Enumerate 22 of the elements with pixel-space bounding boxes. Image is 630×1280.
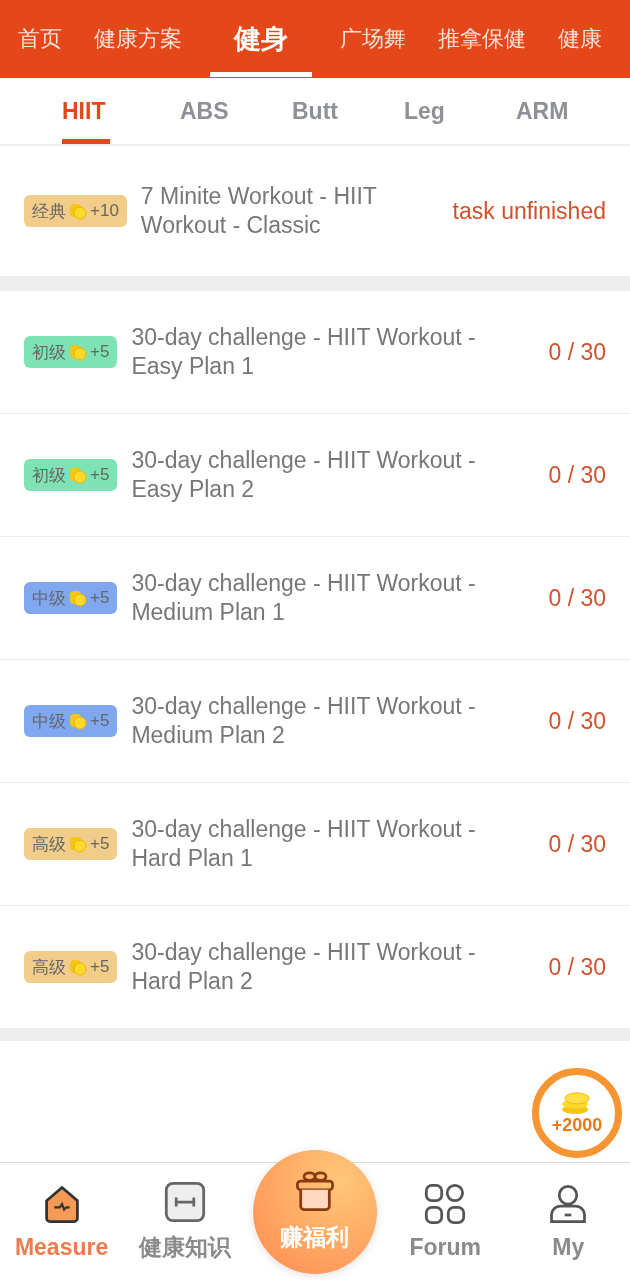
reward-points: +5 (90, 465, 110, 485)
level-label: 高级 (32, 833, 66, 856)
reward-points: +5 (90, 957, 110, 977)
reward-points: +5 (90, 711, 110, 731)
plan-title: 30-day challenge - HIIT Workout - Hard Plan 1 (131, 815, 477, 873)
reward-points: +10 (90, 201, 119, 221)
workout-title: 7 Minite Workout - HIIT Workout - Classic (140, 182, 378, 240)
level-label: 初级 (32, 464, 66, 487)
plan-title: 30-day challenge - HIIT Workout - Easy Plan 1 (131, 323, 477, 381)
level-label: 中级 (32, 587, 66, 610)
level-label: 中级 (32, 710, 66, 733)
reward-points: +5 (90, 342, 110, 362)
task-status: task unfinished (452, 197, 606, 225)
plan-title: 30-day challenge - HIIT Workout - Hard Plan 2 (131, 938, 477, 996)
plan-title: 30-day challenge - HIIT Workout - Medium Plan 1 (131, 569, 477, 627)
reward-points: +5 (90, 834, 110, 854)
level-label: 初级 (32, 341, 66, 364)
level-label: 经典 (32, 200, 66, 223)
reward-points: +5 (90, 588, 110, 608)
plan-title: 30-day challenge - HIIT Workout - Easy Plan 2 (131, 446, 477, 504)
level-label: 高级 (32, 956, 66, 979)
plan-title: 30-day challenge - HIIT Workout - Medium Plan 2 (131, 692, 477, 750)
